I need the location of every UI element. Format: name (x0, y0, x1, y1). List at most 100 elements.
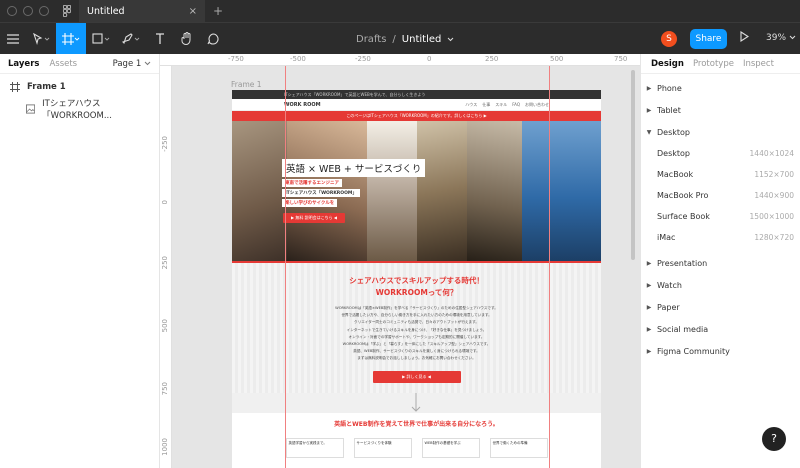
layer-image[interactable]: ITシェアハウス「WORKROOM... (0, 98, 159, 121)
caret-right-icon: ▶ (646, 347, 652, 355)
new-tab-button[interactable]: + (213, 4, 223, 18)
preset-macbook[interactable]: MacBook 1152×700 (641, 164, 800, 185)
maximize-window-button[interactable] (39, 6, 49, 16)
layer-label: ITシェアハウス「WORKROOM... (42, 99, 112, 121)
figma-logo-icon[interactable] (63, 5, 71, 17)
page-selector[interactable]: Page 1 (113, 59, 151, 69)
hero-photo (522, 121, 601, 261)
preset-category-tablet[interactable]: ▶ Tablet (641, 99, 800, 121)
body-line: 英語、WEB制作、サービスづくりのスキルを楽しく身につけられる環境です。 (353, 349, 480, 354)
left-panel: Layers Assets Page 1 Frame 1 ITシェアハウス「WO… (0, 54, 160, 468)
left-panel-tabs: Layers Assets Page 1 (0, 54, 159, 74)
frame-tool-icon[interactable] (56, 22, 86, 55)
ruler-tick-label: 250 (485, 55, 499, 63)
category-label: Paper (657, 302, 680, 312)
ruler-tick-label: -250 (161, 136, 169, 152)
caret-right-icon: ▶ (646, 303, 652, 311)
feature-card[interactable]: 英語学習から実践まで。 (285, 438, 344, 458)
preset-category-desktop[interactable]: ▼ Desktop (641, 121, 800, 143)
preset-desktop[interactable]: Desktop 1440×1024 (641, 143, 800, 164)
pen-tool-icon[interactable] (116, 23, 146, 55)
feature-card[interactable]: 世界で働くための準備 (489, 438, 548, 458)
tab-assets[interactable]: Assets (49, 59, 77, 69)
preset-category-figma-community[interactable]: ▶ Figma Community (641, 340, 800, 362)
shape-tool-icon[interactable] (86, 23, 116, 55)
help-button[interactable]: ? (762, 427, 786, 451)
ruler-tick-label: -500 (290, 55, 306, 63)
site-section-skills: 英語とWEB制作を覚えて世界で仕事が出来る自分になろう。 英語学習から実践まで。… (232, 413, 601, 458)
ruler-tick-label: 0 (427, 55, 432, 63)
file-name[interactable]: Untitled (402, 34, 442, 45)
breadcrumb: Drafts / Untitled (356, 23, 454, 55)
tab-design[interactable]: Design (651, 59, 684, 69)
zoom-level[interactable]: 39% (766, 33, 796, 43)
site-nav-link[interactable]: スキル (495, 102, 507, 108)
text-tool-icon[interactable] (146, 23, 174, 55)
ruler-tick-label: 500 (550, 55, 564, 63)
layout-guide-left (285, 66, 286, 468)
section-connector (232, 393, 601, 413)
zoom-value: 39% (766, 33, 787, 43)
hero-tag: 東南で活躍するエンジニア (282, 179, 342, 187)
close-tab-icon[interactable]: × (189, 6, 197, 17)
present-play-icon[interactable] (740, 31, 749, 42)
body-line: クリエイター同士のコミュニティも活発で、日々のアウトプットが行えます。 (354, 320, 479, 325)
ruler-tick-label: -250 (355, 55, 371, 63)
hero-cta-button[interactable]: ▶ 無料 説明会はこちら ◀ (283, 213, 345, 223)
site-nav: WORK ROOM ハウス 仕事 スキル FAQ お問い合わせ (232, 99, 601, 111)
avatar[interactable]: S (661, 31, 677, 47)
preset-surface-book[interactable]: Surface Book 1500×1000 (641, 206, 800, 227)
title-bar: Untitled × + (0, 0, 800, 22)
preset-macbook-pro[interactable]: MacBook Pro 1440×900 (641, 185, 800, 206)
preset-category-paper[interactable]: ▶ Paper (641, 296, 800, 318)
preset-size: 1152×700 (754, 170, 794, 179)
category-label: Social media (657, 324, 709, 334)
site-nav-link[interactable]: FAQ (512, 102, 520, 108)
frame-label[interactable]: Frame 1 (231, 80, 262, 89)
canvas-scrollbar[interactable] (631, 70, 635, 260)
close-window-button[interactable] (7, 6, 17, 16)
site-red-bar[interactable]: このページはITシェアハウス「WORKROOM」の紹介です。詳しくはこちら ▶ (232, 111, 601, 121)
hero-photo (367, 121, 417, 261)
main-menu-icon[interactable] (0, 23, 26, 55)
share-button[interactable]: Share (690, 29, 727, 49)
preset-category-watch[interactable]: ▶ Watch (641, 274, 800, 296)
site-topbar: ITシェアハウス「WORKROOM」で英語とWEBを学んで、自分らしく生きよう (232, 90, 601, 99)
hero-title: 英語 × WEB + サービスづくり (282, 159, 426, 177)
site-nav-link[interactable]: ハウス (465, 102, 477, 108)
file-tab[interactable]: Untitled × (79, 0, 205, 22)
ruler-tick-label: 750 (614, 55, 628, 63)
section-body: WORKROOMは「英語×WEB制作」を学べる「サービスづくり」のための住居型シ… (232, 305, 601, 363)
breadcrumb-drafts[interactable]: Drafts (356, 34, 386, 45)
preset-category-presentation[interactable]: ▶ Presentation (641, 252, 800, 274)
preset-category-social-media[interactable]: ▶ Social media (641, 318, 800, 340)
about-cta-button[interactable]: ▶ 詳しく見る ◀ (372, 370, 461, 383)
window-controls (0, 6, 49, 16)
category-label: Desktop (657, 127, 690, 137)
tab-inspect[interactable]: Inspect (743, 59, 774, 69)
site-nav-link[interactable]: 仕事 (482, 102, 490, 108)
layer-label: Frame 1 (27, 82, 66, 92)
caret-down-icon: ▼ (646, 128, 652, 136)
preset-size: 1440×900 (754, 191, 794, 200)
comment-tool-icon[interactable] (200, 23, 226, 55)
tab-layers[interactable]: Layers (8, 59, 39, 69)
hero-photo (467, 121, 522, 261)
preset-imac[interactable]: iMac 1280×720 (641, 227, 800, 248)
canvas[interactable]: Frame 1 ITシェアハウス「WORKROOM」で英語とWEBを学んで、自分… (172, 66, 640, 468)
ruler-tick-label: 750 (161, 382, 169, 396)
hand-tool-icon[interactable] (174, 23, 200, 55)
caret-right-icon: ▶ (646, 106, 652, 114)
minimize-window-button[interactable] (23, 6, 33, 16)
chevron-down-icon[interactable] (447, 37, 454, 42)
site-nav-link[interactable]: お問い合わせ (525, 102, 549, 108)
frame-1[interactable]: ITシェアハウス「WORKROOM」で英語とWEBを学んで、自分らしく生きよう … (232, 90, 601, 468)
layer-frame-1[interactable]: Frame 1 (0, 76, 159, 98)
feature-card[interactable]: WEB制作の基礎を学ぶ (421, 438, 480, 458)
tab-prototype[interactable]: Prototype (693, 59, 734, 69)
caret-right-icon: ▶ (646, 259, 652, 267)
move-tool-icon[interactable] (26, 23, 56, 55)
hero-tag: 楽しい学びのサイクルを (282, 199, 338, 207)
preset-category-phone[interactable]: ▶ Phone (641, 77, 800, 99)
feature-card[interactable]: サービスづくりを体験 (353, 438, 412, 458)
